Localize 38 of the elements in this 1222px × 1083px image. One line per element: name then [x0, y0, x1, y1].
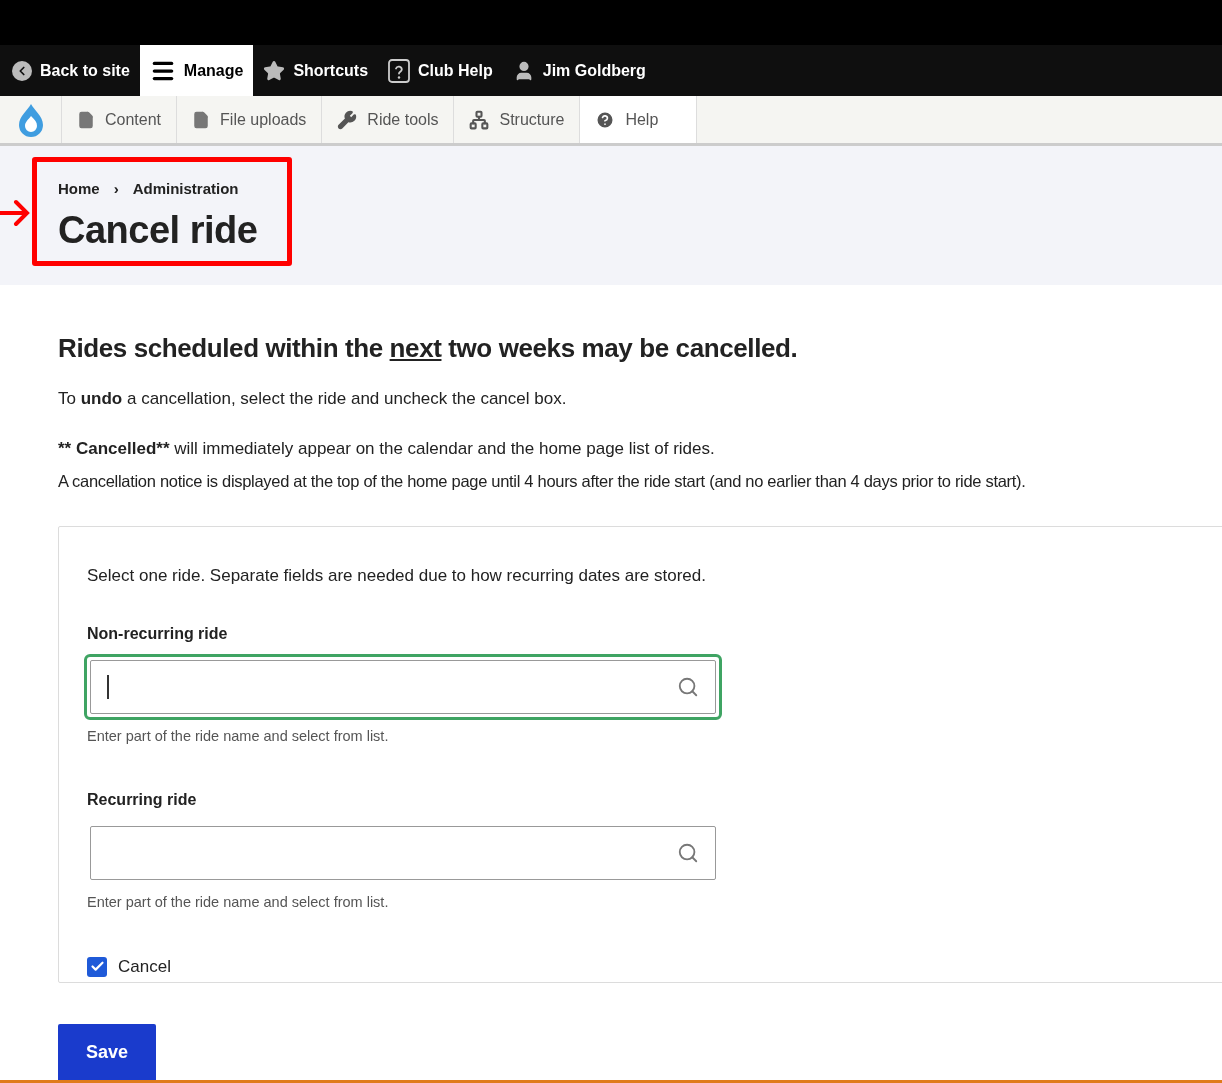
breadcrumb-link[interactable]: Administration	[132, 178, 239, 201]
field-description: Enter part of the ride name and select from list.	[87, 893, 390, 912]
field-label: Recurring ride	[87, 790, 198, 810]
undo-note: To undo a cancellation, select the ride and uncheck the cancel box.	[58, 388, 568, 410]
toolbar-tab[interactable]: Back to site	[2, 45, 140, 96]
breadcrumb-link[interactable]: Home	[58, 178, 100, 201]
cancelled-note: ** Cancelled** will immediately appear on the calendar and the home page list of rides.	[58, 437, 716, 460]
toolbar-tab[interactable]: Club Help	[378, 45, 503, 96]
tray-menu-item[interactable]: Content	[62, 96, 178, 143]
tray-menu-item[interactable]: File uploads	[177, 96, 323, 143]
breadcrumb-separator: ›	[113, 179, 119, 199]
form-description: Select one ride. Separate fields are needed due to how recurring dates are stored.	[87, 564, 707, 587]
wrench-icon	[337, 109, 358, 130]
annotation-arrow	[0, 198, 30, 228]
file-icon	[192, 110, 211, 129]
question-icon	[388, 58, 411, 83]
tray-menu-item[interactable]: Ride tools	[322, 96, 455, 143]
hierarchy-icon	[469, 109, 490, 130]
toolbar-tab[interactable]: Shortcuts	[253, 45, 379, 96]
help-icon	[595, 109, 616, 130]
save-button[interactable]: Save	[58, 1023, 156, 1082]
search-icon	[677, 676, 699, 699]
autocomplete-field[interactable]	[84, 654, 722, 721]
tray-menu-item[interactable]: Help	[580, 96, 698, 143]
toolbar-tab[interactable]: Jim Goldberg	[502, 45, 656, 96]
text-cursor	[107, 675, 109, 700]
checkbox-label: Cancel	[118, 955, 171, 978]
field-label: Non-recurring ride	[87, 624, 229, 645]
search-icon	[677, 842, 699, 864]
section-heading: Rides scheduled within the next two weeks may be cancelled.	[58, 332, 799, 365]
star-icon	[263, 59, 286, 82]
toolbar-tab[interactable]: Manage	[139, 45, 254, 96]
notice-detail: A cancellation notice is displayed at the top of the home page until 4 hours after the ride start (and no earlier than 4 days prior to ride start).	[58, 471, 1027, 492]
page-title: Cancel ride	[58, 207, 259, 253]
field-description: Enter part of the ride name and select from list.	[87, 727, 390, 747]
cancel-checkbox[interactable]	[87, 956, 107, 977]
file-icon	[77, 110, 95, 129]
check-icon	[89, 959, 105, 974]
